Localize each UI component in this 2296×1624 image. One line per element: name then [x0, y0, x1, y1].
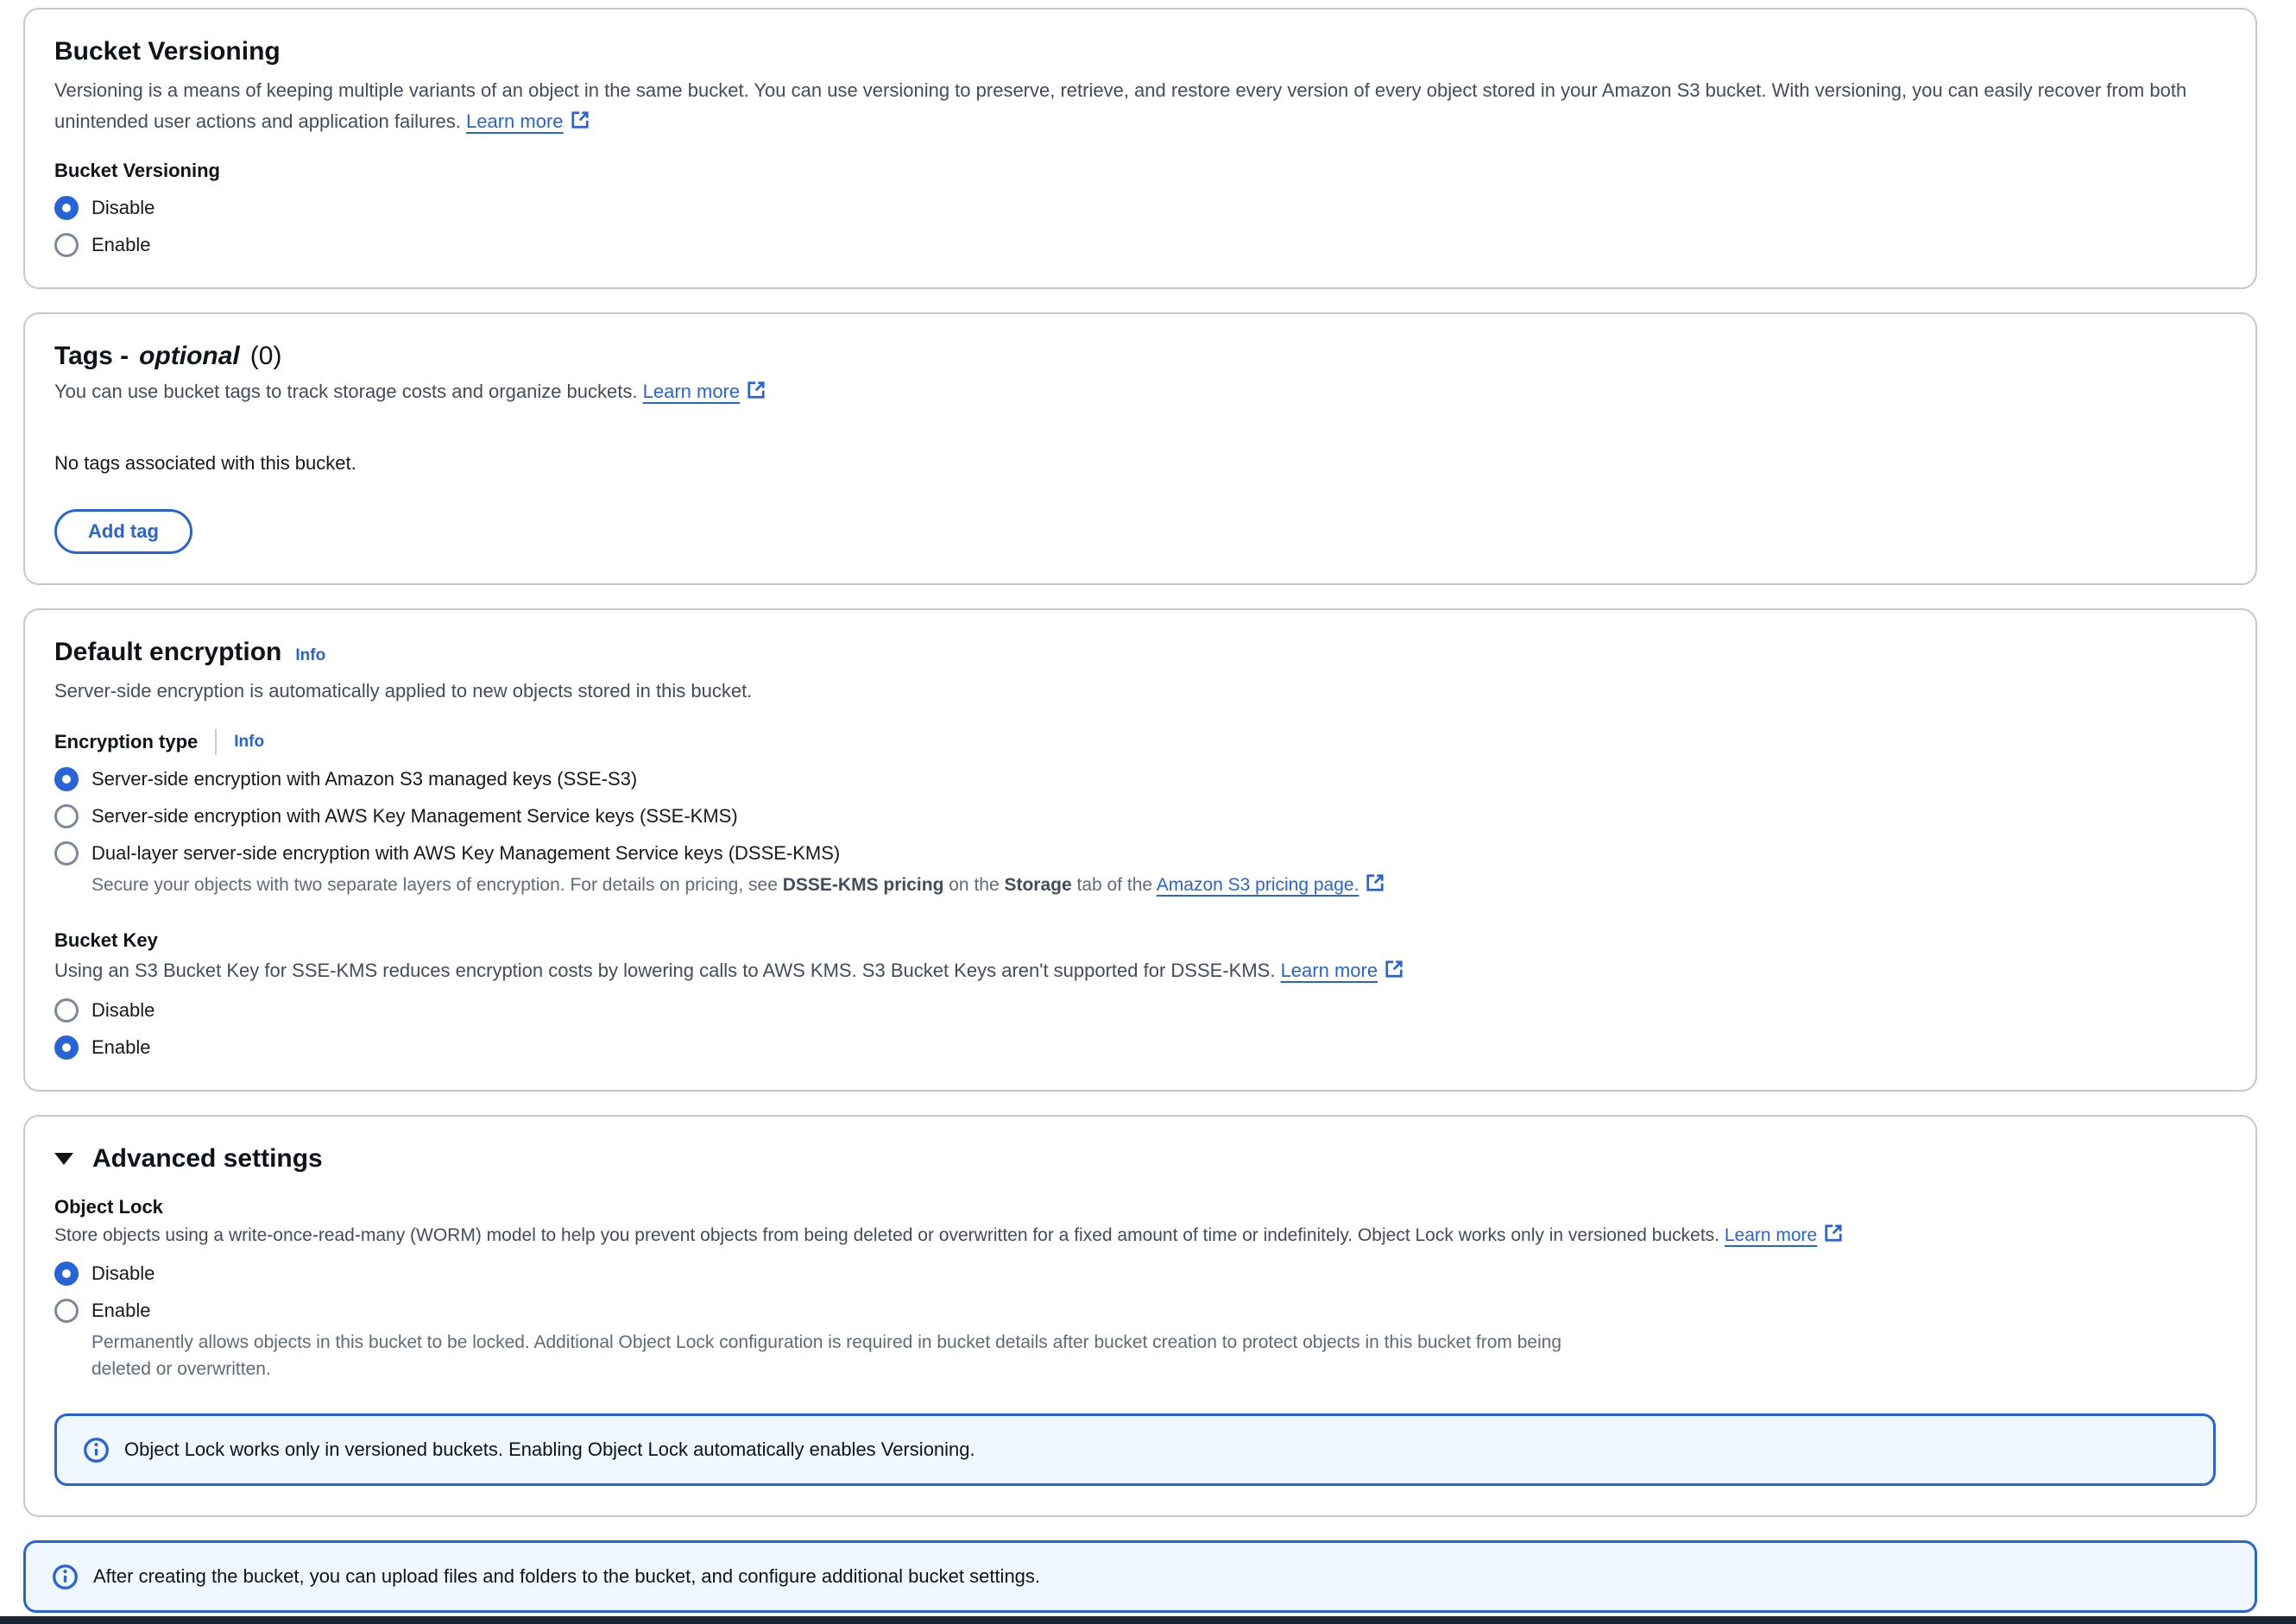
object-lock-disable-radio[interactable] [54, 1262, 79, 1286]
learn-more-label: Learn more [466, 110, 564, 132]
post-create-info-alert: After creating the bucket, you can uploa… [23, 1540, 2257, 1613]
external-link-icon [1823, 1223, 1844, 1243]
default-encryption-info-link[interactable]: Info [295, 646, 325, 665]
footer-bar [0, 1616, 2296, 1624]
object-lock-disable-option[interactable]: Disable [54, 1261, 2217, 1287]
sse-kms-label[interactable]: Server-side encryption with AWS Key Mana… [91, 803, 738, 829]
sse-kms-radio[interactable] [54, 804, 79, 828]
object-lock-description: Store objects using a write-once-read-ma… [54, 1222, 2217, 1249]
dsse-note-bold-storage: Storage [1004, 875, 1071, 895]
label-divider [215, 729, 217, 755]
tags-title: Tags - optional (0) [54, 340, 2217, 373]
bucket-key-enable-label[interactable]: Enable [91, 1035, 151, 1061]
s3-pricing-page-link[interactable]: Amazon S3 pricing page. [1157, 875, 1386, 895]
create-bucket-settings-page: Bucket Versioning Versioning is a means … [0, 0, 2296, 1616]
encryption-sse-kms-option[interactable]: Server-side encryption with AWS Key Mana… [54, 803, 2217, 829]
caret-down-icon [54, 1153, 73, 1165]
default-encryption-description: Server-side encryption is automatically … [54, 676, 2217, 707]
external-link-icon [1365, 872, 1385, 893]
versioning-learn-more-link[interactable]: Learn more [466, 110, 590, 132]
bucket-key-disable-label[interactable]: Disable [91, 998, 155, 1023]
advanced-settings-header[interactable]: Advanced settings [54, 1142, 2217, 1175]
versioning-enable-radio[interactable] [54, 233, 79, 257]
versioning-enable-option[interactable]: Enable [54, 232, 2217, 258]
versioning-enable-label[interactable]: Enable [91, 232, 151, 258]
bucket-versioning-description: Versioning is a means of keeping multipl… [54, 75, 2217, 137]
add-tag-button[interactable]: Add tag [54, 509, 192, 554]
tags-learn-more-link[interactable]: Learn more [643, 381, 767, 402]
tags-description: You can use bucket tags to track storage… [54, 376, 2217, 407]
encryption-type-label-row: Encryption type Info [54, 729, 2217, 755]
bucket-versioning-card: Bucket Versioning Versioning is a means … [23, 8, 2257, 289]
learn-more-label: Learn more [1725, 1225, 1817, 1245]
dsse-note-part2: on the [943, 875, 1004, 895]
external-link-icon [1384, 959, 1404, 979]
tags-title-prefix: Tags - [54, 340, 129, 373]
bucket-key-disable-radio[interactable] [54, 998, 79, 1023]
advanced-settings-title: Advanced settings [92, 1142, 323, 1175]
bucket-key-label: Bucket Key [54, 928, 2217, 954]
tags-title-count: (0) [250, 340, 282, 373]
dsse-note-bold-pricing: DSSE-KMS pricing [783, 875, 944, 895]
dsse-note-part3: tab of the [1072, 875, 1157, 895]
bucket-key-enable-radio[interactable] [54, 1035, 79, 1060]
object-lock-enable-radio[interactable] [54, 1299, 79, 1323]
bucket-key-description: Using an S3 Bucket Key for SSE-KMS reduc… [54, 955, 2217, 986]
dsse-kms-label[interactable]: Dual-layer server-side encryption with A… [91, 840, 840, 866]
bucket-versioning-field-label: Bucket Versioning [54, 158, 2217, 184]
object-lock-info-alert-text: Object Lock works only in versioned buck… [124, 1436, 975, 1463]
tags-card: Tags - optional (0) You can use bucket t… [23, 312, 2257, 585]
dsse-kms-note: Secure your objects with two separate la… [91, 872, 2217, 898]
default-encryption-title: Default encryption [54, 636, 281, 669]
versioning-disable-radio[interactable] [54, 196, 79, 220]
bucket-versioning-description-text: Versioning is a means of keeping multipl… [54, 79, 2186, 132]
versioning-disable-option[interactable]: Disable [54, 195, 2217, 221]
tags-empty-message: No tags associated with this bucket. [54, 452, 2217, 475]
object-lock-enable-label[interactable]: Enable [91, 1298, 151, 1324]
external-link-icon [570, 110, 590, 130]
encryption-sse-s3-option[interactable]: Server-side encryption with Amazon S3 ma… [54, 766, 2217, 792]
tags-title-optional: optional [139, 340, 240, 373]
dsse-kms-radio[interactable] [54, 841, 79, 866]
encryption-dsse-kms-option[interactable]: Dual-layer server-side encryption with A… [54, 840, 2217, 866]
tags-description-text: You can use bucket tags to track storage… [54, 381, 637, 402]
info-circle-icon [52, 1564, 79, 1590]
post-create-info-alert-text: After creating the bucket, you can uploa… [93, 1563, 1040, 1590]
object-lock-info-alert: Object Lock works only in versioned buck… [54, 1413, 2216, 1486]
advanced-settings-card: Advanced settings Object Lock Store obje… [23, 1115, 2257, 1517]
sse-s3-radio[interactable] [54, 767, 79, 791]
encryption-type-label: Encryption type [54, 729, 198, 755]
learn-more-label: Learn more [1281, 960, 1378, 981]
bucket-key-description-text: Using an S3 Bucket Key for SSE-KMS reduc… [54, 960, 1275, 981]
dsse-note-part1: Secure your objects with two separate la… [91, 875, 783, 895]
s3-pricing-page-label: Amazon S3 pricing page. [1157, 875, 1359, 895]
object-lock-label: Object Lock [54, 1194, 2217, 1220]
default-encryption-card: Default encryption Info Server-side encr… [23, 608, 2257, 1092]
bucket-key-disable-option[interactable]: Disable [54, 998, 2217, 1023]
external-link-icon [746, 380, 766, 400]
encryption-type-info-link[interactable]: Info [234, 733, 264, 752]
bucket-key-enable-option[interactable]: Enable [54, 1035, 2217, 1061]
object-lock-disable-label[interactable]: Disable [91, 1261, 155, 1287]
learn-more-label: Learn more [643, 381, 741, 402]
object-lock-description-text: Store objects using a write-once-read-ma… [54, 1225, 1719, 1245]
bucket-key-learn-more-link[interactable]: Learn more [1281, 960, 1405, 981]
bucket-versioning-title: Bucket Versioning [54, 35, 2217, 68]
sse-s3-label[interactable]: Server-side encryption with Amazon S3 ma… [91, 766, 637, 792]
object-lock-enable-note: Permanently allows objects in this bucke… [91, 1329, 1611, 1382]
object-lock-learn-more-link[interactable]: Learn more [1725, 1225, 1844, 1245]
versioning-disable-label[interactable]: Disable [91, 195, 155, 221]
object-lock-enable-option[interactable]: Enable [54, 1298, 2217, 1324]
info-circle-icon [83, 1437, 110, 1463]
